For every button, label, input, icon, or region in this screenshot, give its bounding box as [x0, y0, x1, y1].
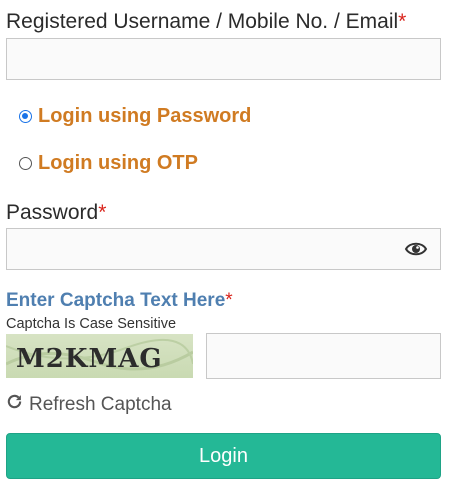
username-label: Registered Username / Mobile No. / Email	[6, 10, 399, 33]
captcha-text: M2KMAG	[16, 344, 163, 374]
login-otp-label: Login using OTP	[38, 152, 198, 174]
refresh-icon	[6, 393, 23, 416]
captcha-image: M2KMAG	[6, 334, 193, 378]
captcha-title: Enter Captcha Text Here	[6, 290, 226, 311]
required-asterisk: *	[98, 201, 107, 224]
required-asterisk: *	[225, 290, 233, 311]
password-label-row: Password*	[6, 201, 106, 225]
otp-radio[interactable]	[19, 157, 32, 170]
required-asterisk: *	[398, 10, 407, 33]
username-input[interactable]	[6, 38, 441, 80]
login-password-label: Login using Password	[38, 105, 252, 127]
password-radio[interactable]	[19, 110, 32, 123]
captcha-title-row: Enter Captcha Text Here*	[6, 290, 233, 312]
refresh-captcha-label: Refresh Captcha	[29, 393, 172, 415]
password-input[interactable]	[6, 228, 441, 270]
captcha-note: Captcha Is Case Sensitive	[6, 316, 177, 332]
login-otp-option[interactable]: Login using OTP	[19, 152, 198, 175]
captcha-input[interactable]	[206, 333, 441, 379]
login-button[interactable]: Login	[6, 433, 441, 479]
password-label: Password	[6, 201, 99, 224]
eye-icon[interactable]	[404, 238, 428, 260]
refresh-captcha-link[interactable]: Refresh Captcha	[6, 393, 172, 416]
login-password-option[interactable]: Login using Password	[19, 105, 251, 128]
username-label-row: Registered Username / Mobile No. / Email…	[6, 10, 406, 34]
captcha-image-svg: M2KMAG	[6, 339, 193, 374]
